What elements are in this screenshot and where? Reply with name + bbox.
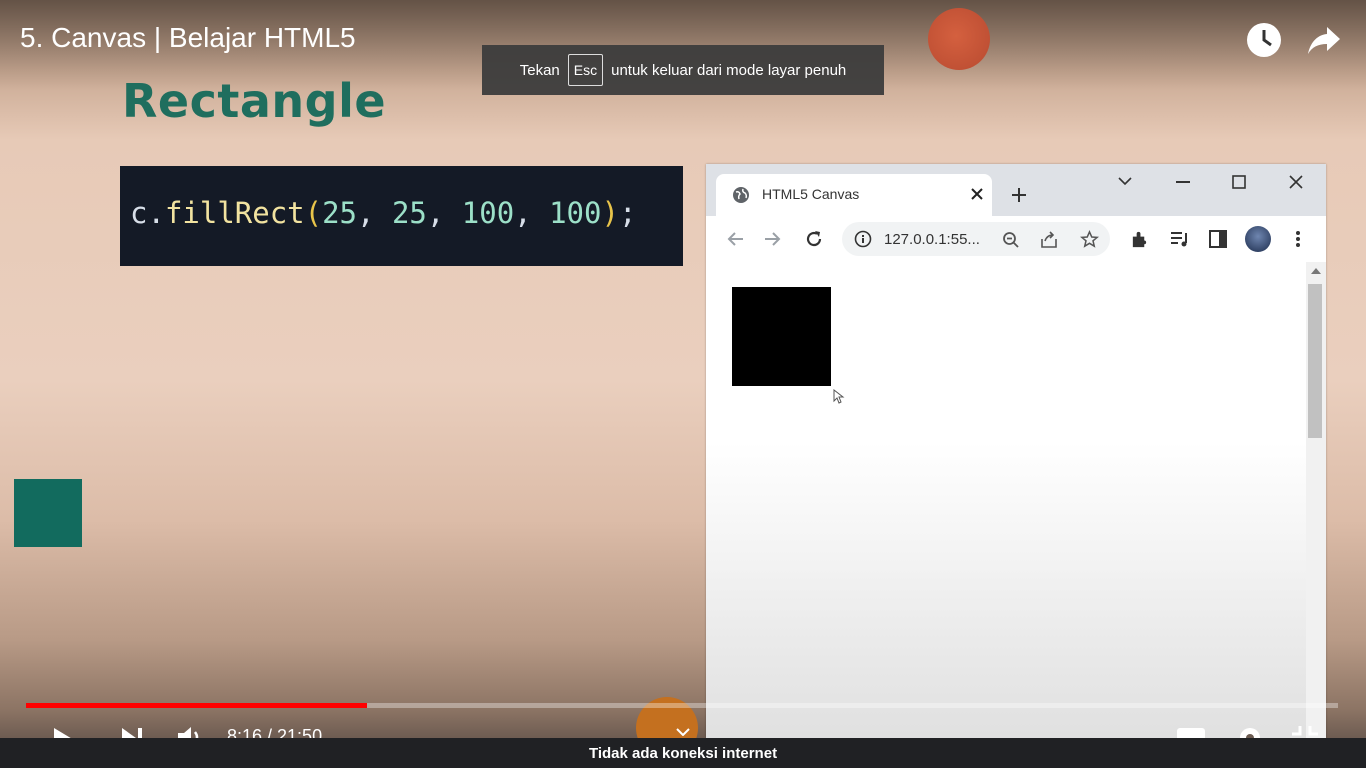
code-paren-close: ) bbox=[601, 196, 619, 230]
globe-icon bbox=[733, 187, 749, 203]
tab-strip: HTML5 Canvas bbox=[706, 164, 1326, 216]
tab-title: HTML5 Canvas bbox=[762, 186, 860, 202]
share-icon[interactable] bbox=[1306, 22, 1342, 58]
profile-avatar bbox=[1245, 226, 1271, 252]
scrollbar-thumb bbox=[1308, 284, 1322, 438]
code-semicolon: ; bbox=[618, 196, 637, 230]
window-close-icon bbox=[1289, 175, 1303, 189]
volume-icon[interactable] bbox=[176, 724, 204, 738]
toast-suffix: untuk keluar dari mode layar penuh bbox=[611, 61, 847, 79]
back-icon bbox=[727, 232, 743, 246]
chevron-down-icon bbox=[1118, 177, 1132, 186]
address-toolbar: 127.0.0.1:55... bbox=[706, 216, 1326, 263]
scroll-up-icon bbox=[1311, 268, 1321, 274]
code-arg-3: 100 bbox=[461, 196, 515, 230]
exit-fullscreen-icon[interactable] bbox=[1290, 724, 1320, 738]
code-line: c.fillRect(25, 25, 100, 100); bbox=[130, 196, 637, 230]
fullscreen-toast: Tekan Esc untuk keluar dari mode layar p… bbox=[482, 45, 884, 95]
browser-tab: HTML5 Canvas bbox=[716, 174, 992, 216]
maximize-icon bbox=[1232, 175, 1246, 189]
vertical-scrollbar bbox=[1306, 262, 1326, 738]
code-arg-4: 100 bbox=[549, 196, 602, 230]
reload-icon bbox=[806, 231, 822, 247]
video-frame[interactable]: Rectangle c.fillRect(25, 25, 100, 100); … bbox=[0, 0, 1366, 768]
play-icon[interactable] bbox=[52, 726, 76, 738]
code-method: fillRect bbox=[164, 196, 305, 230]
side-panel-icon bbox=[1209, 230, 1227, 248]
settings-icon[interactable] bbox=[1236, 724, 1264, 738]
decorative-circle bbox=[928, 8, 990, 70]
code-arg-1: 25 bbox=[322, 196, 358, 230]
minimize-icon bbox=[1176, 181, 1190, 183]
progress-bar[interactable] bbox=[26, 703, 1338, 708]
offline-status-bar: Tidak ada koneksi internet bbox=[0, 738, 1366, 768]
next-icon[interactable] bbox=[120, 726, 144, 738]
video-title[interactable]: 5. Canvas | Belajar HTML5 bbox=[20, 22, 356, 54]
code-dot: . bbox=[147, 196, 165, 230]
code-object: c bbox=[130, 196, 148, 230]
media-queue-icon bbox=[1171, 232, 1187, 247]
omnibox: 127.0.0.1:55... bbox=[842, 222, 1110, 256]
code-paren-open: ( bbox=[304, 196, 323, 230]
player-controls: 8:16 / 21:50 bbox=[0, 718, 1366, 738]
slide-heading: Rectangle bbox=[122, 74, 387, 128]
mouse-cursor-icon bbox=[833, 389, 845, 404]
info-icon bbox=[854, 230, 872, 248]
code-block: c.fillRect(25, 25, 100, 100); bbox=[120, 166, 683, 266]
browser-window: HTML5 Canvas 127.0.0.1:55... bbox=[706, 164, 1326, 738]
canvas-page bbox=[706, 262, 1306, 738]
url-text: 127.0.0.1:55... bbox=[884, 231, 980, 248]
subtitles-icon[interactable] bbox=[1177, 728, 1205, 738]
esc-key: Esc bbox=[567, 54, 604, 86]
toast-prefix: Tekan bbox=[519, 61, 560, 79]
close-tab-icon bbox=[971, 188, 983, 200]
extensions-icon bbox=[1132, 231, 1147, 248]
zoom-icon bbox=[1003, 232, 1019, 248]
new-tab-icon bbox=[1012, 188, 1026, 202]
menu-dots-icon bbox=[1296, 231, 1300, 247]
share-page-icon bbox=[1041, 231, 1057, 248]
offline-message: Tidak ada koneksi internet bbox=[588, 744, 778, 762]
forward-icon bbox=[765, 232, 781, 246]
canvas-rectangle bbox=[732, 287, 831, 386]
progress-played bbox=[26, 703, 368, 708]
code-arg-2: 25 bbox=[391, 196, 427, 230]
time-display: 8:16 / 21:50 bbox=[227, 726, 323, 738]
clock-icon[interactable] bbox=[1246, 22, 1282, 58]
bookmark-star-icon bbox=[1080, 230, 1099, 248]
chevron-down-icon[interactable] bbox=[676, 728, 690, 736]
decorative-square bbox=[14, 479, 82, 547]
